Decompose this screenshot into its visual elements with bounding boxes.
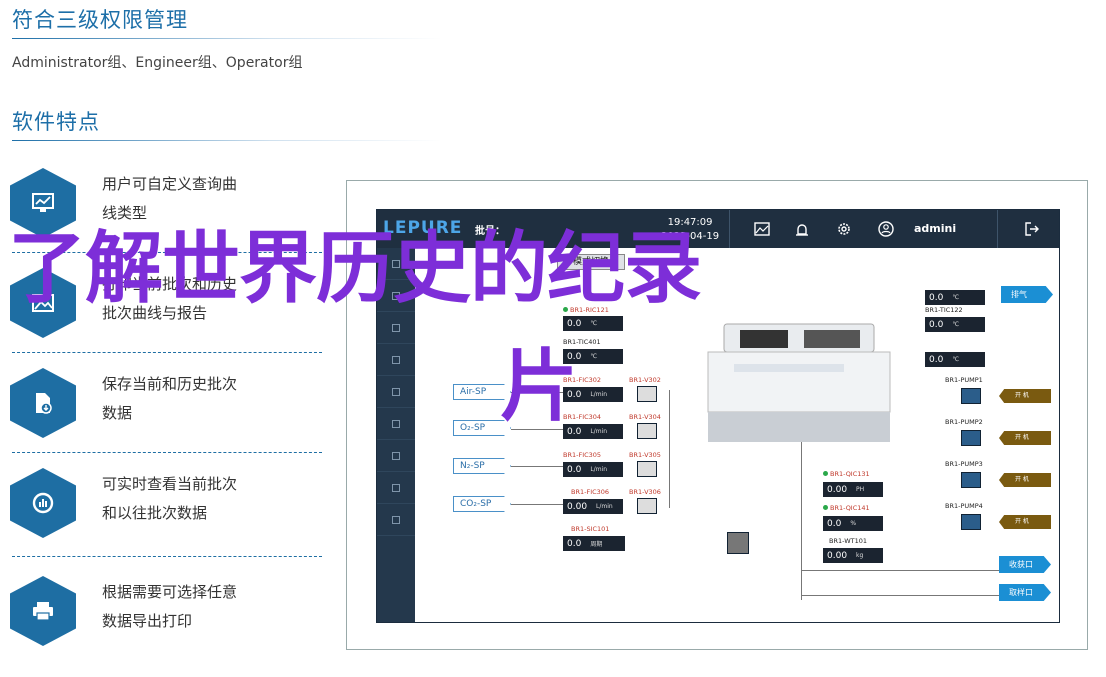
value-box: 0.00 kg: [823, 548, 883, 563]
gear-icon[interactable]: [833, 218, 855, 240]
section-title: 软件特点: [12, 110, 100, 134]
section-rule: [12, 140, 442, 141]
tag-label: BR1-FIC305: [563, 451, 602, 459]
pipe: [801, 430, 802, 600]
weight-sensor: [727, 532, 749, 554]
valve[interactable]: [637, 461, 657, 477]
tag-label: BR1-V306: [629, 488, 661, 496]
pump-icon[interactable]: [961, 472, 981, 488]
file-download-icon: [10, 368, 76, 438]
tag-label: BR1-WT101: [829, 537, 867, 545]
feature-line: 用户可自定义查询曲: [102, 175, 238, 193]
pipe: [801, 595, 1001, 596]
tag-label: BR1-FIC306: [571, 488, 610, 496]
value-box: 0.0 ℃: [925, 317, 985, 332]
nav-item[interactable]: [377, 472, 415, 504]
tag-label: BR1-QIC131: [823, 470, 870, 478]
setpoint-n2[interactable]: N₂-SP: [453, 458, 511, 474]
divider: [12, 352, 322, 353]
nav-item[interactable]: [377, 344, 415, 376]
nav-item[interactable]: [377, 408, 415, 440]
overlay-headline: 了解世界历史的纪录: [8, 224, 702, 314]
tag-label: BR1-SIC101: [571, 525, 610, 533]
tag-label: BR1-PUMP4: [945, 502, 983, 510]
setpoint-co2[interactable]: CO₂-SP: [453, 496, 511, 512]
value-box: 0.0%: [823, 516, 883, 531]
feature-line: 保存当前和历史批次: [102, 375, 238, 393]
pump-icon[interactable]: [961, 430, 981, 446]
value-box: 0.0 周期: [563, 536, 625, 551]
feature-item: 保存当前和历史批次 数据: [10, 368, 330, 438]
separator: [997, 210, 998, 248]
nav-item[interactable]: [377, 440, 415, 472]
warning-badge: 开 机: [999, 515, 1051, 529]
tag-label: BR1-QIC141: [823, 504, 870, 512]
value-box: 0.00 L/min: [563, 499, 623, 514]
valve[interactable]: [637, 386, 657, 402]
logout-icon[interactable]: [1021, 218, 1043, 240]
feature-item: 根据需要可选择任意 数据导出打印: [10, 576, 330, 646]
exhaust-button[interactable]: 排气: [1001, 286, 1053, 303]
value-box: 0.00 PH: [823, 482, 883, 497]
nav-item[interactable]: [377, 504, 415, 536]
nav-item[interactable]: [377, 312, 415, 344]
tag-label: BR1-V304: [629, 413, 661, 421]
tag-label: BR1-PUMP2: [945, 418, 983, 426]
value-box: 0.0 L/min: [563, 462, 623, 477]
tag-label: BR1-V302: [629, 376, 661, 384]
tag-label: BR1-PUMP1: [945, 376, 983, 384]
pipe: [511, 466, 563, 467]
tag-label: BR1-V305: [629, 451, 661, 459]
page-title: 符合三级权限管理: [12, 8, 188, 32]
pipe: [669, 390, 670, 508]
valve[interactable]: [637, 423, 657, 439]
divider: [12, 556, 322, 557]
warning-badge: 开 机: [999, 389, 1051, 403]
warning-badge: 开 机: [999, 473, 1051, 487]
valve[interactable]: [637, 498, 657, 514]
page-subtitle: Administrator组、Engineer组、Operator组: [12, 55, 303, 71]
nav-item[interactable]: [377, 376, 415, 408]
warning-badge: 开 机: [999, 431, 1051, 445]
value-box: 0.0 ℃: [563, 316, 623, 331]
pump-icon[interactable]: [961, 388, 981, 404]
user-icon[interactable]: [875, 218, 897, 240]
separator: [729, 210, 730, 248]
printer-icon: [10, 576, 76, 646]
sample-port-button[interactable]: 取样口: [999, 584, 1051, 601]
feature-line: 可实时查看当前批次: [102, 475, 238, 493]
feature-line: 根据需要可选择任意: [102, 583, 238, 601]
value-box: 0.0 ℃: [925, 352, 985, 367]
pipe: [801, 570, 1001, 571]
divider: [12, 452, 322, 453]
value-box: 0.0 ℃: [925, 290, 985, 305]
title-rule: [12, 38, 442, 39]
feature-item: 可实时查看当前批次 和以往批次数据: [10, 468, 330, 538]
feature-line: 数据: [102, 404, 133, 422]
alarm-icon[interactable]: [791, 218, 813, 240]
overlay-headline-tail: 片: [500, 342, 579, 432]
image-icon[interactable]: [751, 218, 773, 240]
gauge-icon: [10, 468, 76, 538]
feature-line: 数据导出打印: [102, 612, 193, 630]
pipe: [511, 504, 563, 505]
tag-label: BR1-PUMP3: [945, 460, 983, 468]
harvest-port-button[interactable]: 收获口: [999, 556, 1051, 573]
pump-icon[interactable]: [961, 514, 981, 530]
tag-label: BR1-TIC122: [925, 306, 963, 314]
user-name: admini: [914, 222, 957, 235]
bioreactor-illustration: [704, 318, 894, 448]
feature-line: 和以往批次数据: [102, 504, 208, 522]
